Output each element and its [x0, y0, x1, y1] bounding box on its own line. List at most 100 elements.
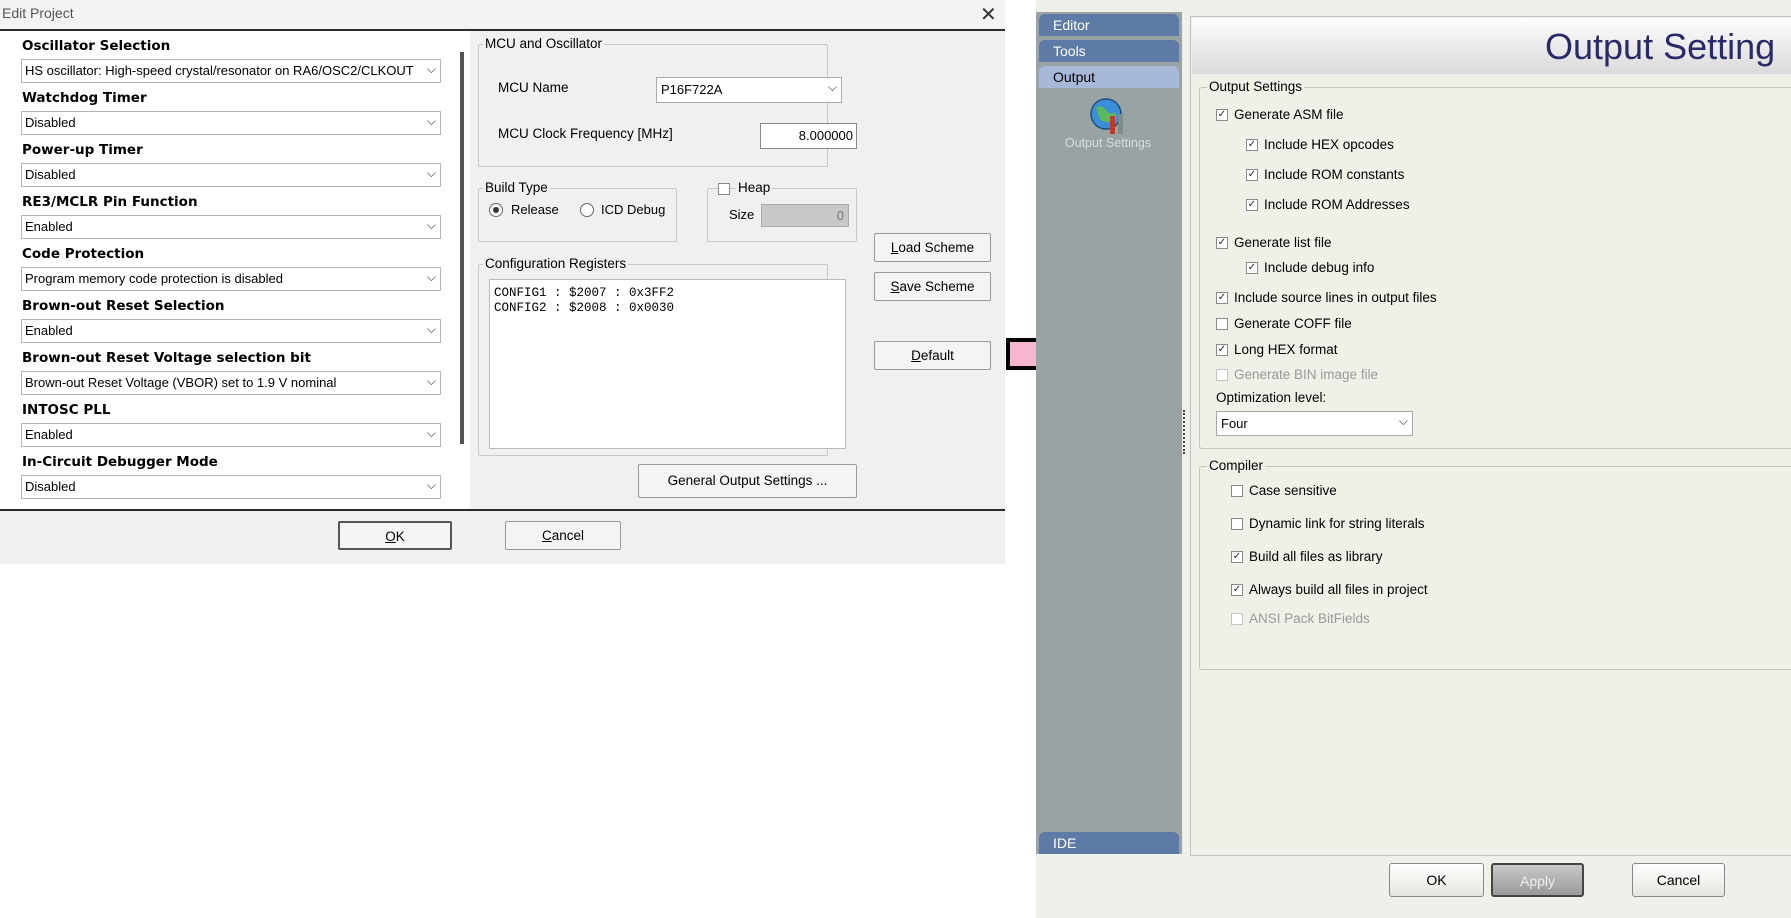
load-scheme-button[interactable]: Load Scheme — [874, 233, 991, 262]
combo-value: P16F722A — [661, 82, 723, 97]
checkbox-label: ANSI Pack BitFields — [1249, 611, 1370, 626]
cancel-button[interactable]: Cancel — [1632, 863, 1725, 897]
apply-button[interactable]: Apply — [1491, 863, 1584, 897]
checkbox-label: Build all files as library — [1249, 549, 1383, 564]
config-line: CONFIG2 : $2008 : 0x0030 — [494, 301, 675, 315]
checkbox-box[interactable]: ✓ — [1216, 292, 1228, 304]
title-bar: Edit Project ✕ — [0, 0, 1005, 31]
config-label-bor-selection: Brown-out Reset Selection — [22, 298, 225, 314]
checkbox-label: Include source lines in output files — [1234, 290, 1437, 305]
checkbox-box[interactable]: ✓ — [1216, 109, 1228, 121]
group-title: Output Settings — [1207, 79, 1305, 94]
sidebar-tab-output[interactable]: Output — [1039, 66, 1179, 88]
mcu-oscillator-group: MCU and Oscillator MCU Name P16F722A ⌵ M… — [478, 36, 857, 167]
chevron-down-icon: ⌵ — [426, 114, 436, 128]
checkbox-box[interactable]: ✓ — [1246, 199, 1258, 211]
button-label: ave Scheme — [899, 279, 975, 294]
release-radio[interactable] — [489, 203, 503, 217]
checkbox-label: Dynamic link for string literals — [1249, 516, 1425, 531]
optimization-level-label: Optimization level: — [1216, 390, 1327, 405]
chevron-down-icon: ⌵ — [426, 374, 436, 388]
config-combo-intosc-pll[interactable]: Enabled ⌵ — [21, 423, 441, 447]
config-label-mclr: RE3/MCLR Pin Function — [22, 194, 198, 210]
tab-label: IDE — [1053, 835, 1077, 851]
checkbox-box[interactable]: ✓ — [1231, 551, 1243, 563]
checkbox-box[interactable]: ✓ — [1246, 169, 1258, 181]
dialog-title: Edit Project — [2, 5, 74, 21]
sidebar-tab-ide[interactable]: IDE — [1039, 832, 1179, 854]
checkbox-box[interactable]: ✓ — [1216, 344, 1228, 356]
combo-value: Enabled — [25, 219, 73, 234]
config-combo-oscillator[interactable]: HS oscillator: High-speed crystal/resona… — [21, 59, 441, 83]
config-combo-powerup[interactable]: Disabled ⌵ — [21, 163, 441, 187]
checkbox-box — [1231, 613, 1243, 625]
chevron-down-icon: ⌵ — [1398, 414, 1408, 428]
config-combo-code-protection[interactable]: Program memory code protection is disabl… — [21, 267, 441, 291]
checkbox-box[interactable] — [1231, 485, 1243, 497]
chevron-down-icon: ⌵ — [426, 166, 436, 180]
config-label-watchdog: Watchdog Timer — [22, 90, 147, 106]
dialog-button-bar: OK Cancel — [0, 509, 1005, 564]
checkbox-label: Include ROM constants — [1264, 167, 1405, 182]
config-combo-mclr[interactable]: Enabled ⌵ — [21, 215, 441, 239]
checkbox-label: Long HEX format — [1234, 342, 1338, 357]
sidebar-tab-editor[interactable]: Editor — [1039, 14, 1179, 36]
heap-checkbox[interactable] — [718, 183, 730, 195]
config-registers-text[interactable]: CONFIG1 : $2007 : 0x3FF2 CONFIG2 : $2008… — [489, 279, 846, 449]
chevron-down-icon: ⌵ — [426, 478, 436, 492]
mcu-clock-label: MCU Clock Frequency [MHz] — [498, 126, 673, 141]
checkbox-box[interactable]: ✓ — [1246, 139, 1258, 151]
tab-label: Editor — [1053, 17, 1090, 33]
combo-value: Program memory code protection is disabl… — [25, 271, 283, 286]
page-title: Output Setting — [1545, 26, 1776, 67]
ok-button[interactable]: OK — [338, 521, 452, 550]
tab-label: Tools — [1053, 43, 1086, 59]
combo-value: Disabled — [25, 115, 76, 130]
checkbox-box[interactable] — [1231, 518, 1243, 530]
optimization-level-select[interactable]: Four ⌵ — [1216, 411, 1413, 436]
icd-debug-radio[interactable] — [580, 203, 594, 217]
heap-size-input[interactable]: 0 — [761, 204, 849, 227]
mcu-name-combo[interactable]: P16F722A ⌵ — [656, 77, 842, 103]
tab-label: Output — [1053, 69, 1096, 85]
close-icon[interactable]: ✕ — [980, 2, 997, 27]
output-settings-icon-label[interactable]: Output Settings — [1060, 136, 1156, 150]
combo-value: Enabled — [25, 427, 73, 442]
config-combo-bor-selection[interactable]: Enabled ⌵ — [21, 319, 441, 343]
heap-size-label: Size — [729, 207, 755, 222]
combo-value: Enabled — [25, 323, 73, 338]
save-scheme-button[interactable]: Save Scheme — [874, 272, 991, 301]
group-title: Configuration Registers — [483, 256, 629, 271]
checkbox-box[interactable] — [1216, 318, 1228, 330]
config-combo-watchdog[interactable]: Disabled ⌵ — [21, 111, 441, 135]
combo-value: Disabled — [25, 479, 76, 494]
checkbox-box[interactable]: ✓ — [1216, 237, 1228, 249]
chevron-down-icon: ⌵ — [426, 270, 436, 284]
config-combo-bor-voltage[interactable]: Brown-out Reset Voltage (VBOR) set to 1.… — [21, 371, 441, 395]
ok-button[interactable]: OK — [1389, 863, 1484, 897]
select-value: Four — [1221, 416, 1248, 431]
mcu-name-label: MCU Name — [498, 80, 569, 95]
checkbox-box[interactable]: ✓ — [1246, 262, 1258, 274]
output-settings-icon[interactable] — [1086, 94, 1130, 138]
chevron-down-icon: ⌵ — [426, 322, 436, 336]
checkbox-box[interactable]: ✓ — [1231, 584, 1243, 596]
config-combo-debugger[interactable]: Disabled ⌵ — [21, 475, 441, 499]
combo-value: Disabled — [25, 167, 76, 182]
checkbox-label: Generate list file — [1234, 235, 1332, 250]
cancel-button[interactable]: Cancel — [505, 521, 621, 550]
chevron-down-icon: ⌵ — [426, 218, 436, 232]
sidebar-tab-tools[interactable]: Tools — [1039, 40, 1179, 62]
mnemonic: C — [541, 528, 552, 543]
default-button[interactable]: Default — [874, 341, 991, 370]
input-value: 8.000000 — [798, 128, 853, 143]
checkbox-box — [1216, 369, 1228, 381]
chevron-down-icon: ⌵ — [827, 80, 837, 94]
scrollbar[interactable] — [460, 52, 464, 444]
general-output-settings-button[interactable]: General Output Settings ... — [638, 464, 857, 498]
checkbox-label: Include HEX opcodes — [1264, 137, 1394, 152]
combo-value: Brown-out Reset Voltage (VBOR) set to 1.… — [25, 375, 337, 390]
splitter-handle[interactable] — [1183, 410, 1187, 454]
heap-group: Heap Size 0 — [707, 180, 857, 242]
mcu-clock-input[interactable]: 8.000000 — [760, 123, 857, 149]
